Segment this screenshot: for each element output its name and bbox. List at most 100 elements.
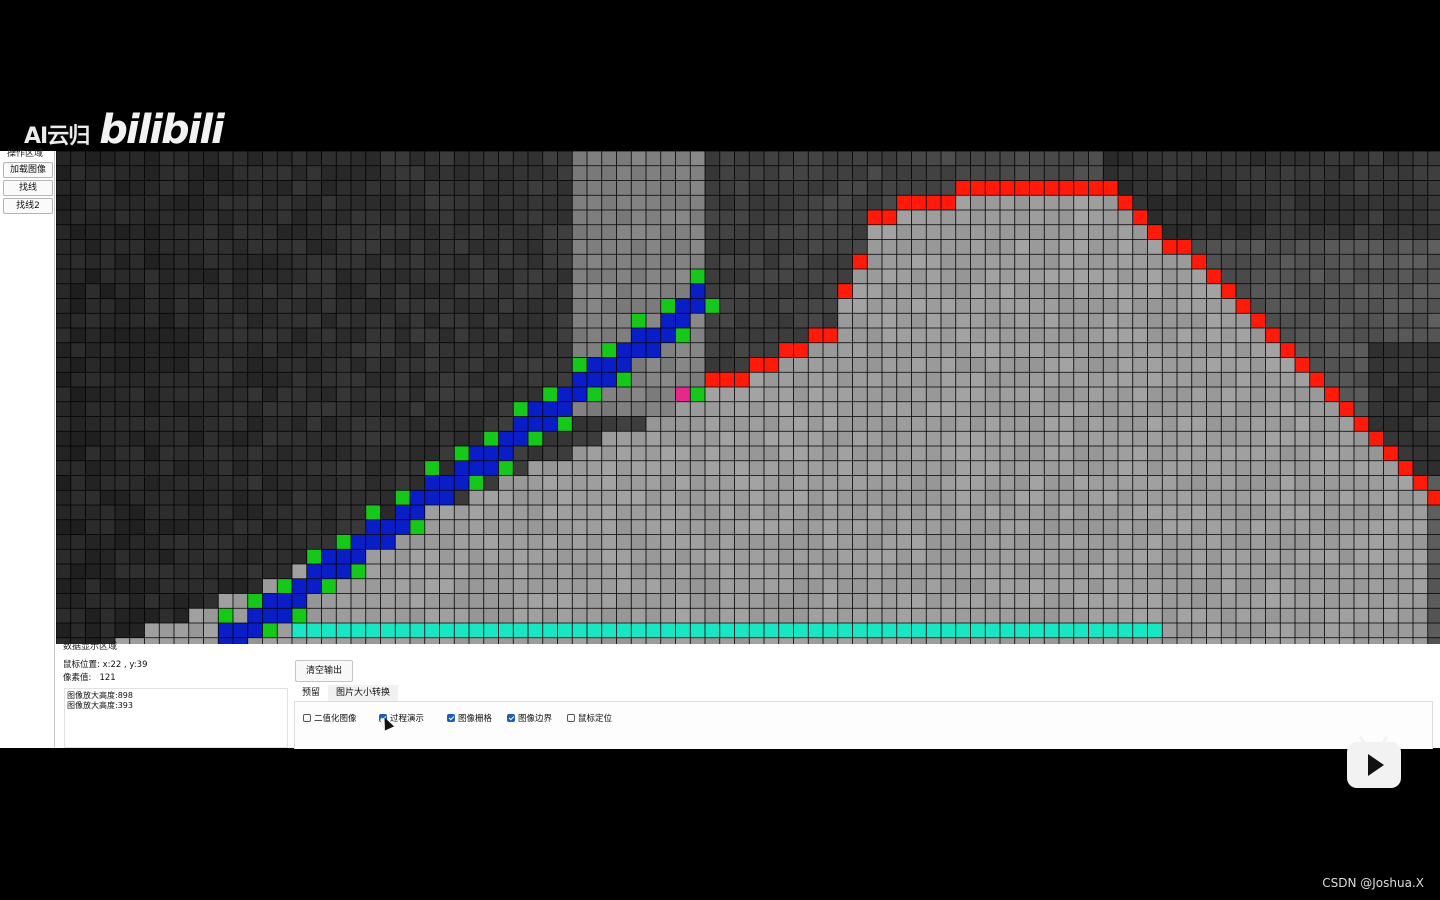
tab-reserved[interactable]: 预留 (294, 685, 329, 701)
checkbox-box[interactable] (507, 714, 515, 722)
search-pixel (528, 431, 543, 446)
checkbox-label: 二值化图像 (314, 714, 357, 724)
search-pixel (690, 269, 705, 284)
boundary-pixel (837, 283, 853, 299)
baseline-pixel (955, 623, 971, 638)
search-pixel (660, 328, 676, 343)
checkbox-box[interactable] (303, 714, 311, 722)
image-grid-checkbox[interactable]: 图像栅格 (447, 712, 492, 724)
search-pixel (631, 328, 646, 343)
search-pixel (247, 623, 263, 638)
search-pixel (572, 357, 587, 373)
search-pixel (306, 564, 322, 579)
search-pixel (513, 431, 528, 446)
bilibili-watermark: AI云归 bilibili (24, 107, 225, 153)
search-pixel (528, 401, 543, 417)
boundary-pixel (941, 195, 956, 210)
search-pixel (557, 401, 573, 417)
search-pixel (572, 372, 587, 387)
baseline-pixel (454, 623, 469, 638)
search-pixel (646, 328, 661, 343)
current-pixel (675, 387, 691, 402)
mouse-position: 鼠标位置: x:22 , y:39 (63, 660, 148, 670)
boundary-pixel (867, 210, 882, 225)
boundary-pixel (808, 328, 823, 343)
tab-image-resize[interactable]: 图片大小转换 (328, 685, 399, 701)
baseline-pixel (1029, 623, 1045, 638)
baseline-pixel (321, 623, 337, 638)
baseline-pixel (1147, 623, 1163, 638)
boundary-pixel (1280, 342, 1295, 358)
binarize-checkbox[interactable]: 二值化图像 (303, 712, 357, 724)
search-pixel (351, 534, 366, 550)
boundary-pixel (1250, 313, 1266, 328)
boundary-pixel (1014, 180, 1030, 196)
search-pixel (365, 519, 381, 535)
image-canvas[interactable] (56, 151, 1440, 644)
search-pixel (395, 505, 410, 520)
mouse-locate-checkbox[interactable]: 鼠标定位 (567, 712, 612, 724)
boundary-pixel (1265, 328, 1281, 343)
search-pixel (601, 342, 617, 358)
output-textbox[interactable]: 图像放大高度:898 图像放大高度:393 (64, 688, 288, 748)
search-pixel (410, 490, 425, 505)
baseline-pixel (587, 623, 602, 638)
baseline-pixel (513, 623, 528, 638)
search-pixel (660, 298, 676, 314)
search-pixel (587, 357, 602, 373)
baseline-pixel (778, 623, 794, 638)
baseline-pixel (749, 623, 764, 638)
search-pixel (380, 534, 396, 550)
boundary-pixel (1147, 224, 1163, 240)
boundary-pixel (705, 372, 720, 387)
search-pixel (542, 401, 558, 417)
baseline-pixel (1103, 623, 1118, 638)
baseline-pixel (985, 623, 1000, 638)
watermark-text: AI云归 (24, 124, 90, 149)
load-image-button[interactable]: 加载图像 (3, 162, 53, 178)
find-line-2-button[interactable]: 找线2 (3, 198, 53, 214)
search-pixel (616, 357, 632, 373)
baseline-pixel (882, 623, 897, 638)
output-line: 图像放大高度:393 (67, 701, 133, 710)
boundary-pixel (882, 210, 897, 225)
search-pixel (542, 387, 558, 402)
pixel-grid (56, 151, 1440, 644)
boundary-pixel (1088, 180, 1104, 196)
checkbox-label: 图像栅格 (458, 714, 493, 724)
search-pixel (454, 475, 469, 491)
boundary-pixel (1191, 254, 1207, 269)
search-pixel (351, 564, 366, 579)
boundary-pixel (1177, 239, 1192, 255)
baseline-pixel (734, 623, 750, 638)
baseline-pixel (941, 623, 956, 638)
search-pixel (542, 416, 558, 432)
search-pixel (218, 608, 233, 623)
checkbox-box[interactable] (447, 714, 455, 722)
play-button[interactable] (1347, 735, 1401, 788)
image-border-checkbox[interactable]: 图像边界 (507, 712, 552, 724)
boundary-pixel (911, 195, 927, 210)
search-pixel (247, 593, 263, 609)
search-pixel (454, 460, 469, 476)
boundary-pixel (734, 372, 750, 387)
baseline-pixel (557, 623, 573, 638)
checkbox-box[interactable] (567, 714, 575, 722)
baseline-pixel (1014, 623, 1030, 638)
search-pixel (528, 416, 543, 432)
clear-output-button[interactable]: 清空输出 (295, 660, 353, 682)
baseline-pixel (660, 623, 676, 638)
bilibili-logo: bilibili (99, 107, 225, 153)
baseline-pixel (616, 623, 632, 638)
baseline-pixel (439, 623, 455, 638)
checkbox-label: 鼠标定位 (578, 714, 613, 724)
baseline-pixel (675, 623, 691, 638)
baseline-pixel (336, 623, 351, 638)
find-line-button[interactable]: 找线 (3, 180, 53, 196)
boundary-pixel (764, 357, 779, 373)
boundary-pixel (985, 180, 1000, 196)
boundary-pixel (1309, 372, 1325, 387)
search-pixel (631, 313, 646, 328)
search-pixel (292, 608, 307, 623)
baseline-pixel (410, 623, 425, 638)
